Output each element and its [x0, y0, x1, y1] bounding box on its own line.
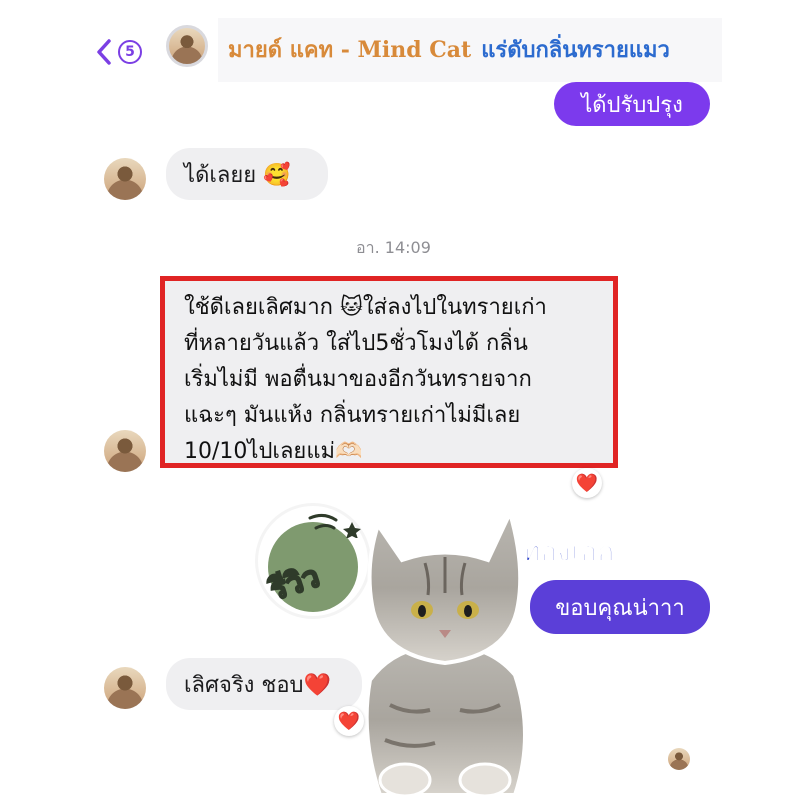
unread-count-badge: 5 [118, 40, 142, 64]
review-line: เริ่มไม่มี พอตื่นมาของอีกวันทรายจาก [184, 367, 532, 392]
contact-avatar [104, 667, 146, 709]
shop-name: มายด์ แคท - Mind Cat [228, 37, 472, 63]
heart-reaction[interactable]: ❤️ [572, 468, 602, 498]
cat-photo [364, 507, 527, 798]
message-timestamp: อา. 14:09 [356, 238, 431, 257]
chevron-left-icon [97, 39, 111, 65]
review-message-text: ใช้ดีเลยเลิศมาก 🐱ใส่ลงไปในทรายเก่า ที่หล… [184, 290, 604, 470]
heart-reaction[interactable]: ❤️ [334, 706, 364, 736]
cat-name-sticker: ทองเอก [521, 535, 615, 569]
heart-icon: ❤️ [575, 472, 599, 494]
incoming-message-bubble[interactable]: ได้เลยย 🥰 [166, 148, 328, 200]
contact-avatar [104, 158, 146, 200]
contact-avatar [104, 430, 146, 472]
outgoing-message-bubble[interactable]: ได้ปรับปรุง [554, 82, 710, 126]
back-button[interactable]: 5 [94, 34, 154, 70]
heart-icon: ❤️ [337, 710, 361, 732]
review-line: 10/10ไปเลยแม่🫶🏻 [184, 439, 363, 464]
message-text: เลิศจริง ชอบ❤️ [184, 672, 331, 698]
outgoing-message-bubble[interactable]: ขอบคุณน่าาา [530, 580, 710, 634]
read-receipt-avatar [668, 748, 690, 770]
chat-title[interactable]: มายด์ แคท - Mind Cat แร่ดับกลิ่นทรายแมว [228, 32, 670, 67]
message-text: ได้เลยย 🥰 [184, 162, 291, 188]
message-text: ได้ปรับปรุง [581, 92, 683, 118]
message-text: ขอบคุณน่าาา [555, 595, 685, 621]
review-line: ที่หลายวันแล้ว ใส่ไป5ชั่วโมงได้ กลิ่น [184, 331, 528, 356]
incoming-message-bubble[interactable]: เลิศจริง ชอบ❤️ [166, 658, 362, 710]
review-line: แฉะๆ มันแห้ง กลิ่นทรายเก่าไม่มีเลย [184, 403, 521, 428]
shop-description: แร่ดับกลิ่นทรายแมว [481, 37, 670, 63]
shop-avatar[interactable] [166, 25, 208, 67]
review-line: ใช้ดีเลยเลิศมาก 🐱ใส่ลงไปในทรายเก่า [184, 295, 547, 320]
